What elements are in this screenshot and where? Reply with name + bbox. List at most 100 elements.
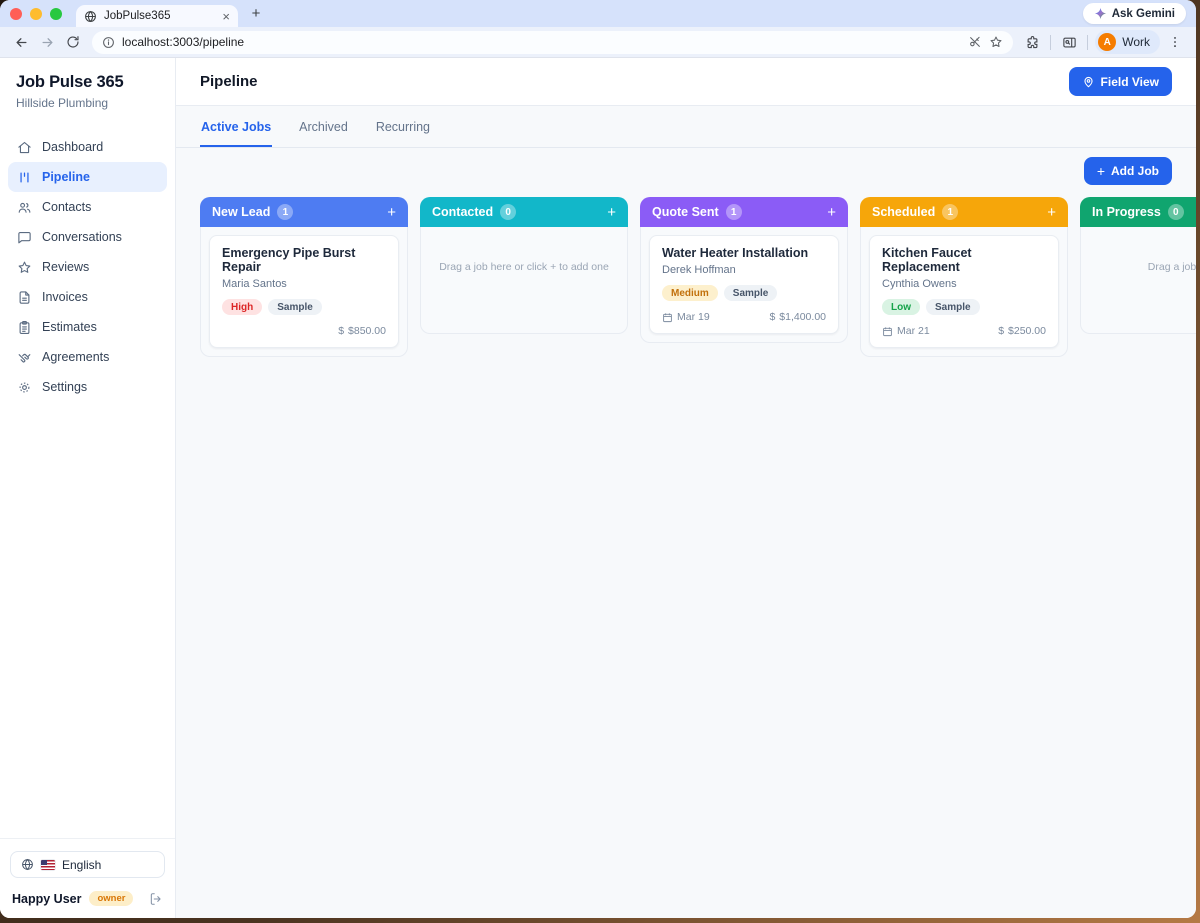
priority-badge: Medium bbox=[662, 285, 718, 301]
kanban-board: New Lead 1 + Emergency Pipe Burst Repair… bbox=[176, 197, 1196, 918]
gemini-sparkle-icon bbox=[1094, 7, 1107, 20]
add-job-button[interactable]: + Add Job bbox=[1084, 157, 1172, 185]
job-client: Cynthia Owens bbox=[882, 278, 1046, 290]
sample-badge: Sample bbox=[926, 299, 980, 315]
tab-active-jobs[interactable]: Active Jobs bbox=[200, 106, 272, 147]
ask-gemini-label: Ask Gemini bbox=[1112, 8, 1175, 20]
add-card-icon[interactable]: + bbox=[1047, 205, 1056, 220]
minimize-window-button[interactable] bbox=[30, 8, 42, 20]
sidebar-item-estimates[interactable]: Estimates bbox=[8, 312, 167, 342]
column-body[interactable]: Emergency Pipe Burst Repair Maria Santos… bbox=[200, 227, 408, 357]
address-bar[interactable]: localhost:3003/pipeline bbox=[92, 31, 1013, 54]
reload-button[interactable] bbox=[60, 29, 86, 55]
url-text[interactable]: localhost:3003/pipeline bbox=[122, 35, 961, 49]
column-body[interactable]: Drag a job here bbox=[1080, 227, 1196, 334]
sample-badge: Sample bbox=[268, 299, 322, 315]
job-date-text: Mar 19 bbox=[677, 311, 710, 323]
add-card-icon[interactable]: + bbox=[387, 205, 396, 220]
column-body[interactable]: Water Heater Installation Derek Hoffman … bbox=[640, 227, 848, 343]
browser-tab[interactable]: JobPulse365 × bbox=[76, 5, 238, 27]
tab-close-icon[interactable]: × bbox=[222, 10, 230, 23]
pipeline-column: In Progress 0 + Drag a job here bbox=[1080, 197, 1196, 334]
sidebar-item-label: Dashboard bbox=[42, 140, 103, 154]
calendar-icon bbox=[882, 326, 893, 337]
pipeline-column: Quote Sent 1 + Water Heater Installation… bbox=[640, 197, 848, 343]
bookmark-star-icon[interactable] bbox=[989, 35, 1003, 49]
handshake-icon bbox=[17, 350, 32, 365]
column-header: Quote Sent 1 + bbox=[640, 197, 848, 227]
job-date: Mar 21 bbox=[882, 325, 930, 337]
fullscreen-window-button[interactable] bbox=[50, 8, 62, 20]
new-tab-button[interactable]: + bbox=[244, 2, 268, 26]
plus-icon: + bbox=[1097, 163, 1105, 179]
board-actions: + Add Job bbox=[176, 148, 1196, 197]
browser-profile-chip[interactable]: A Work bbox=[1095, 30, 1160, 54]
add-job-label: Add Job bbox=[1111, 164, 1159, 178]
column-header: Contacted 0 + bbox=[420, 197, 628, 227]
job-card[interactable]: Emergency Pipe Burst Repair Maria Santos… bbox=[209, 235, 399, 348]
tab-recurring[interactable]: Recurring bbox=[375, 106, 431, 147]
job-card[interactable]: Kitchen Faucet Replacement Cynthia Owens… bbox=[869, 235, 1059, 348]
sidebar-item-invoices[interactable]: Invoices bbox=[8, 282, 167, 312]
column-header: Scheduled 1 + bbox=[860, 197, 1068, 227]
sidebar-item-contacts[interactable]: Contacts bbox=[8, 192, 167, 222]
column-count-badge: 1 bbox=[942, 204, 958, 220]
extensions-icon[interactable] bbox=[1019, 29, 1045, 55]
sidebar-item-agreements[interactable]: Agreements bbox=[8, 342, 167, 372]
add-card-icon[interactable]: + bbox=[827, 205, 836, 220]
sidebar-item-conversations[interactable]: Conversations bbox=[8, 222, 167, 252]
password-manager-off-icon[interactable] bbox=[968, 35, 982, 49]
user-role-badge: owner bbox=[89, 891, 133, 906]
sidebar-item-label: Agreements bbox=[42, 350, 109, 364]
profile-name: Work bbox=[1122, 35, 1150, 49]
sidebar-item-reviews[interactable]: Reviews bbox=[8, 252, 167, 282]
kanban-icon bbox=[17, 170, 32, 185]
dollar-icon: $ bbox=[338, 325, 344, 337]
sidebar-item-label: Conversations bbox=[42, 230, 122, 244]
pipeline-tabs: Active Jobs Archived Recurring bbox=[176, 106, 1196, 148]
column-count-badge: 1 bbox=[277, 204, 293, 220]
users-icon bbox=[17, 200, 32, 215]
column-title: New Lead bbox=[212, 205, 270, 219]
sidebar-item-label: Reviews bbox=[42, 260, 89, 274]
sidebar-item-label: Invoices bbox=[42, 290, 88, 304]
column-title: Scheduled bbox=[872, 205, 935, 219]
column-body[interactable]: Drag a job here or click + to add one bbox=[420, 227, 628, 334]
sidebar-item-settings[interactable]: Settings bbox=[8, 372, 167, 402]
pipeline-column: Contacted 0 + Drag a job here or click +… bbox=[420, 197, 628, 334]
column-title: In Progress bbox=[1092, 205, 1161, 219]
logout-icon[interactable] bbox=[149, 892, 163, 906]
job-badges: High Sample bbox=[222, 299, 386, 315]
field-view-button[interactable]: Field View bbox=[1069, 67, 1172, 96]
sample-badge: Sample bbox=[724, 285, 778, 301]
sidebar-item-dashboard[interactable]: Dashboard bbox=[8, 132, 167, 162]
column-title: Quote Sent bbox=[652, 205, 719, 219]
page-header: Pipeline Field View bbox=[176, 58, 1196, 106]
priority-badge: Low bbox=[882, 299, 920, 315]
browser-window: JobPulse365 × + Ask Gemini localhost:300… bbox=[0, 0, 1196, 918]
job-title: Water Heater Installation bbox=[662, 246, 826, 260]
job-card[interactable]: Water Heater Installation Derek Hoffman … bbox=[649, 235, 839, 334]
add-card-icon[interactable]: + bbox=[607, 205, 616, 220]
sidebar-item-label: Contacts bbox=[42, 200, 91, 214]
chat-icon bbox=[17, 230, 32, 245]
site-info-icon[interactable] bbox=[102, 36, 115, 49]
job-amount: $ $850.00 bbox=[338, 325, 386, 337]
ask-gemini-button[interactable]: Ask Gemini bbox=[1083, 3, 1186, 24]
sidebar-item-pipeline[interactable]: Pipeline bbox=[8, 162, 167, 192]
pipeline-column: New Lead 1 + Emergency Pipe Burst Repair… bbox=[200, 197, 408, 357]
language-select[interactable]: English bbox=[10, 851, 165, 878]
app-brand: Job Pulse 365 bbox=[16, 73, 159, 92]
job-title: Emergency Pipe Burst Repair bbox=[222, 246, 386, 274]
back-button[interactable] bbox=[8, 29, 34, 55]
job-badges: Low Sample bbox=[882, 299, 1046, 315]
company-name: Hillside Plumbing bbox=[16, 96, 159, 110]
gear-icon bbox=[17, 380, 32, 395]
side-panel-icon[interactable] bbox=[1056, 29, 1082, 55]
forward-button[interactable] bbox=[34, 29, 60, 55]
tab-archived[interactable]: Archived bbox=[298, 106, 349, 147]
column-body[interactable]: Kitchen Faucet Replacement Cynthia Owens… bbox=[860, 227, 1068, 357]
empty-drop-hint: Drag a job here or click + to add one bbox=[429, 235, 619, 299]
browser-menu-icon[interactable] bbox=[1162, 29, 1188, 55]
close-window-button[interactable] bbox=[10, 8, 22, 20]
